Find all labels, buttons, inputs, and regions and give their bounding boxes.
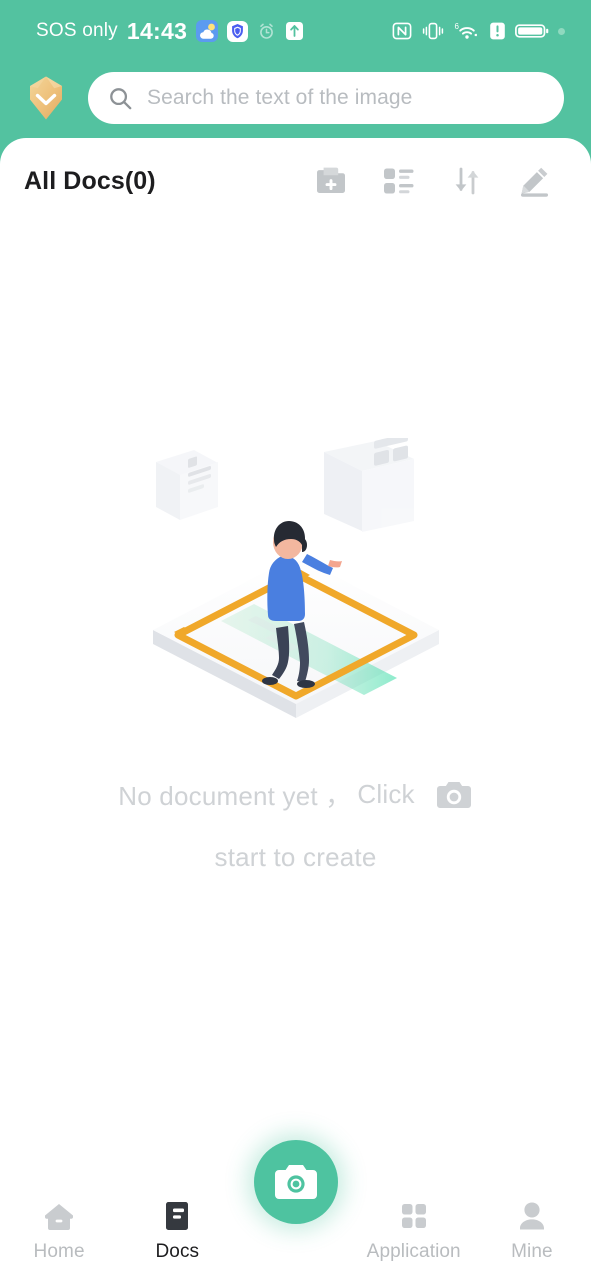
camera-capture-button[interactable]	[253, 1140, 338, 1224]
all-docs-toolbar: All Docs(0)	[0, 138, 591, 224]
nav-label-application: Application	[366, 1241, 461, 1262]
nav-label-mine: Mine	[511, 1241, 553, 1262]
app-logo-diamond[interactable]	[22, 73, 70, 123]
sim-alert-icon	[489, 21, 506, 41]
search-icon	[108, 86, 133, 111]
new-folder-icon[interactable]	[297, 153, 365, 209]
empty-state-line-2: start to create	[214, 842, 377, 872]
floating-doc-card-right	[323, 420, 414, 532]
empty-state-text: No document yet ， Click start to create	[0, 776, 591, 873]
alarm-icon	[257, 22, 276, 41]
list-view-icon[interactable]	[365, 153, 433, 209]
empty-state-text-before: No document yet ，	[118, 781, 352, 811]
empty-state-click-label: Click	[357, 779, 415, 809]
carrier-label: SOS only	[36, 20, 118, 41]
person-icon	[517, 1198, 547, 1234]
search-input-placeholder[interactable]: Search the text of the image	[147, 86, 412, 110]
search-bar[interactable]: Search the text of the image	[88, 72, 564, 124]
status-bar-left: SOS only 14:43	[36, 18, 304, 45]
battery-icon	[515, 21, 549, 41]
home-icon	[42, 1198, 76, 1234]
upload-arrow-icon	[285, 21, 304, 41]
wifi-6-icon: 6	[454, 21, 480, 41]
content-card: All Docs(0) No document yet ， Click star…	[0, 138, 591, 1280]
edit-icon[interactable]	[501, 153, 569, 209]
security-shield-icon	[227, 20, 249, 42]
nav-item-application[interactable]: Application	[355, 1188, 473, 1263]
nav-item-docs[interactable]: Docs	[118, 1188, 236, 1263]
vibrate-icon	[421, 21, 445, 41]
status-dot	[558, 27, 565, 35]
empty-state-illustration	[136, 420, 456, 738]
docs-icon	[162, 1198, 192, 1234]
nfc-icon	[392, 21, 412, 41]
search-row: Search the text of the image	[0, 62, 591, 134]
floating-doc-card-left	[155, 450, 218, 520]
svg-text:6: 6	[455, 22, 460, 31]
nav-item-home[interactable]: Home	[0, 1188, 118, 1263]
nav-item-mine[interactable]: Mine	[473, 1188, 591, 1263]
weather-icon	[196, 20, 219, 42]
sort-icon[interactable]	[433, 153, 501, 209]
status-bar-right: 6	[392, 21, 565, 41]
nav-label-home: Home	[33, 1241, 85, 1262]
clock-label: 14:43	[126, 17, 188, 44]
toolbar-actions	[297, 153, 569, 209]
camera-icon[interactable]	[435, 780, 473, 810]
grid-apps-icon	[399, 1198, 429, 1234]
empty-state-line-1: No document yet ， Click	[0, 776, 591, 813]
page-title: All Docs(0)	[24, 166, 156, 195]
status-bar: SOS only 14:43 6	[0, 0, 591, 62]
nav-label-docs: Docs	[155, 1241, 200, 1262]
